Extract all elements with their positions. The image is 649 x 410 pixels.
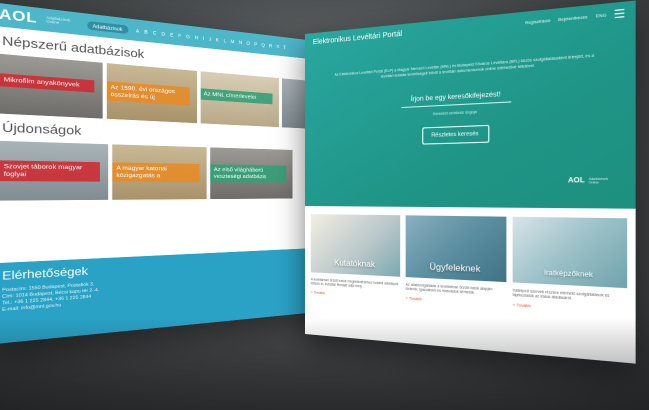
new-tile-label: Szovjet táborok magyar foglyai <box>0 160 100 181</box>
new-tile[interactable]: Szovjet táborok magyar foglyai <box>0 141 108 201</box>
advanced-search-button[interactable]: Részletes keresés <box>422 125 489 145</box>
popular-tile-label: Mikrofilm anyakönyvek <box>0 73 94 92</box>
nav-language-link[interactable]: ENG <box>596 12 607 18</box>
right-screen-elp: Elektronikus Levéltári Portál Regisztrác… <box>305 0 636 363</box>
nav-login-link[interactable]: Bejelentkezés <box>558 14 588 22</box>
elp-nav: Regisztráció Bejelentkezés ENG <box>525 9 624 27</box>
alphabet-index[interactable]: A B C D E F G H I J K L M N O P Q R S T <box>136 27 288 50</box>
popular-tile[interactable]: Mikrofilm anyakönyvek <box>0 54 102 119</box>
card-text: A levéltárban őrzött iratok megtekintésé… <box>311 277 400 291</box>
card-image: Kutatóknak <box>311 214 400 277</box>
reflection-floor <box>0 318 649 410</box>
card-more-link[interactable]: + Tovább <box>513 303 628 315</box>
card-more-link[interactable]: + Tovább <box>311 290 400 300</box>
new-tile[interactable]: A magyar katonai közigazgatás a <box>112 144 206 199</box>
elp-header: Elektronikus Levéltári Portál Regisztrác… <box>305 0 636 47</box>
aol-logo-subtitle: Adatbázisok Online <box>46 16 78 28</box>
aol-badge-subtitle: Adatbázisok Online <box>589 177 616 184</box>
aol-badge[interactable]: AOL Adatbázisok Online <box>568 177 616 184</box>
hamburger-menu-icon[interactable] <box>615 9 625 18</box>
new-tile[interactable]: Az első világháború veszteségi adatbázis <box>210 147 292 199</box>
card-title: Kutatóknak <box>311 257 400 270</box>
aol-badge-logo: AOL <box>568 178 585 185</box>
new-tile-label: Az első világháború veszteségi adatbázis <box>210 164 286 182</box>
portal-intro-text: Az Elektronikus Levéltári Portál (ELP) a… <box>330 53 599 83</box>
aol-logo[interactable]: AOL <box>0 7 37 27</box>
portal-title[interactable]: Elektronikus Levéltári Portál <box>313 31 402 47</box>
showcase-stage: AOL Adatbázisok Online Adatbázisok A B C… <box>0 0 649 410</box>
card-text: Iratképző szervek részére elérhető szolg… <box>513 288 628 305</box>
card-title: Iratképzőknek <box>513 269 628 281</box>
database-search-pill[interactable]: Adatbázisok <box>87 20 128 33</box>
popular-tile-label: Az 1590. évi országos összeírás és új <box>106 81 189 105</box>
popular-tile-label: Az MNL címerlevelei <box>200 88 273 104</box>
popular-tile[interactable]: Az MNL címerlevelei <box>200 71 279 127</box>
card-text: Az adatszolgáltatás a levéltárban őrzött… <box>406 282 507 297</box>
card-title: Ügyfeleknek <box>406 261 507 275</box>
card-image: Iratképzőknek <box>513 217 628 288</box>
card-more-link[interactable]: + Tovább <box>406 296 507 307</box>
card-image: Ügyfeleknek <box>406 215 507 282</box>
new-tile-label: A magyar katonai közigazgatás a <box>112 162 199 182</box>
nav-register-link[interactable]: Regisztráció <box>525 18 550 25</box>
popular-tile[interactable]: Az 1590. évi országos összeírás és új <box>106 63 196 123</box>
